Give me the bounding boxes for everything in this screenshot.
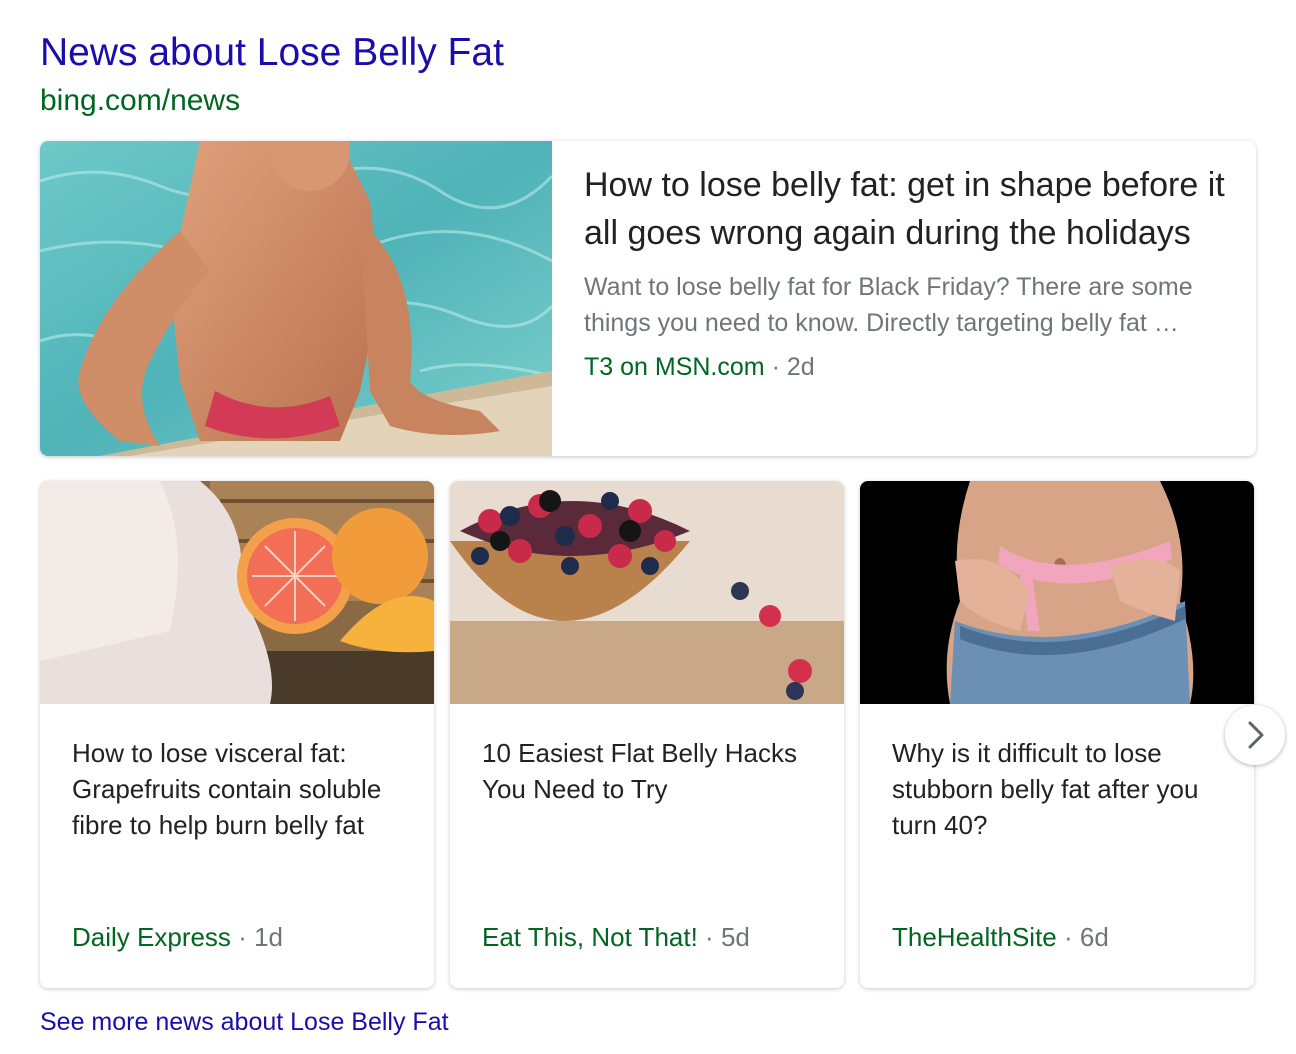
news-card-3-headline[interactable]: Why is it difficult to lose stubborn bel… <box>892 735 1232 843</box>
see-more-news-link[interactable]: See more news about Lose Belly Fat <box>40 1005 449 1039</box>
news-card-2[interactable]: 10 Easiest Flat Belly Hacks You Need to … <box>450 481 844 988</box>
featured-snippet: Want to lose belly fat for Black Friday?… <box>584 273 1193 337</box>
featured-source: T3 on MSN.com <box>584 353 765 381</box>
news-card-3-age: 6d <box>1079 922 1109 952</box>
news-card-2-separator: · <box>705 922 714 952</box>
news-section-title[interactable]: News about Lose Belly Fat <box>40 28 504 78</box>
chevron-right-icon <box>1248 721 1264 749</box>
news-section-url: bing.com/news <box>40 84 241 117</box>
news-card-2-meta: Eat This, Not That! · 5d <box>482 919 750 955</box>
news-card-3-meta: TheHealthSite · 6d <box>892 919 1109 955</box>
news-card-1-source: Daily Express <box>72 922 231 952</box>
news-card-1-meta: Daily Express · 1d <box>72 919 283 955</box>
news-card-3[interactable]: Why is it difficult to lose stubborn bel… <box>860 481 1254 988</box>
grapefruit-image <box>40 481 434 704</box>
news-card-2-age: 5d <box>720 922 750 952</box>
news-card-2-source: Eat This, Not That! <box>482 922 698 952</box>
news-card-2-headline[interactable]: 10 Easiest Flat Belly Hacks You Need to … <box>482 735 822 807</box>
news-card-1-headline[interactable]: How to lose visceral fat: Grapefruits co… <box>72 735 412 843</box>
news-card-1[interactable]: How to lose visceral fat: Grapefruits co… <box>40 481 434 988</box>
berry-bowl-image <box>450 481 844 704</box>
featured-meta: T3 on MSN.com · 2d <box>584 349 1234 385</box>
featured-separator: · <box>771 353 780 381</box>
news-card-1-age: 1d <box>254 922 283 952</box>
news-card-3-separator: · <box>1064 922 1073 952</box>
featured-headline[interactable]: How to lose belly fat: get in shape befo… <box>584 161 1234 257</box>
featured-age: 2d <box>786 353 815 381</box>
measuring-tape-waist-image <box>860 481 1254 704</box>
news-card-1-separator: · <box>238 922 247 952</box>
man-in-pool-image <box>40 141 552 456</box>
carousel-next-button[interactable] <box>1225 705 1285 765</box>
news-card-3-source: TheHealthSite <box>892 922 1057 952</box>
featured-news-card[interactable]: How to lose belly fat: get in shape befo… <box>40 141 1256 456</box>
